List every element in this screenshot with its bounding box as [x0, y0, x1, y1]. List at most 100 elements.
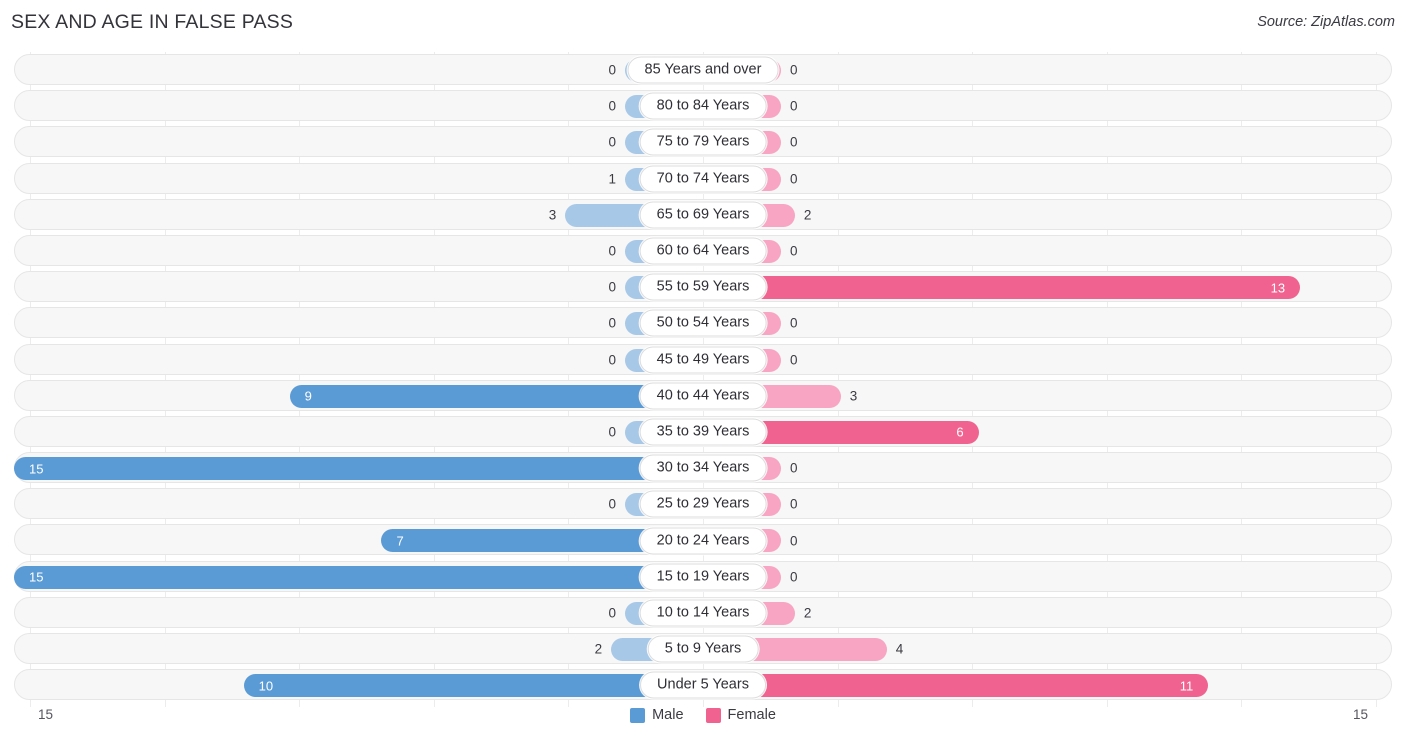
chart-row: 0 2 10 to 14 Years — [0, 595, 1406, 631]
bar-female-value: 0 — [790, 352, 798, 368]
bar-male-value: 15 — [29, 461, 44, 477]
bar-male-value: 0 — [608, 496, 616, 512]
bar-male-value: 0 — [608, 98, 616, 114]
row-bars: 0 6 35 to 39 Years — [0, 414, 1406, 450]
legend-label: Female — [727, 707, 776, 723]
bar-female-value: 0 — [790, 171, 798, 187]
bar-female-value: 13 — [1270, 280, 1286, 296]
bar-female-value: 0 — [790, 315, 798, 331]
chart-row: 0 0 60 to 64 Years — [0, 233, 1406, 269]
row-bars: 0 2 10 to 14 Years — [0, 595, 1406, 631]
legend-swatch-male — [630, 707, 646, 723]
bar-female-value: 3 — [849, 388, 858, 404]
chart-row: 0 13 55 to 59 Years — [0, 269, 1406, 305]
bar-male-value: 0 — [608, 134, 616, 150]
row-bars: 2 4 5 to 9 Years — [0, 631, 1406, 667]
chart-page: SEX AND AGE IN FALSE PASS Source: ZipAtl… — [0, 0, 1406, 741]
bar-male-value: 0 — [608, 605, 616, 621]
legend-item[interactable]: Female — [705, 707, 776, 723]
chart-plot-area: 0 0 85 Years and over 0 0 80 to 84 Years 0 0 75 … — [0, 46, 1406, 707]
bar-female-value: 6 — [956, 424, 964, 440]
row-bars: 0 0 80 to 84 Years — [0, 88, 1406, 124]
row-label-pill: 80 to 84 Years — [639, 92, 767, 120]
bar-male-value: 0 — [608, 62, 616, 78]
bar-male[interactable]: 15 — [14, 457, 703, 481]
bar-female-value: 0 — [790, 243, 798, 259]
chart-row: 0 0 25 to 29 Years — [0, 486, 1406, 522]
bar-male[interactable]: 10 — [243, 674, 703, 698]
chart-row: 2 4 5 to 9 Years — [0, 631, 1406, 667]
bar-male-value: 1 — [608, 171, 616, 187]
bar-male-value: 15 — [29, 569, 44, 585]
row-bars: 10 11 Under 5 Years — [0, 667, 1406, 703]
row-label-pill: 55 to 59 Years — [639, 273, 767, 301]
bar-male-value: 0 — [608, 352, 616, 368]
row-bars: 1 0 70 to 74 Years — [0, 161, 1406, 197]
row-bars: 15 0 15 to 19 Years — [0, 559, 1406, 595]
bar-female-value: 0 — [790, 98, 798, 114]
chart-row: 7 0 20 to 24 Years — [0, 522, 1406, 558]
chart-row: 0 0 85 Years and over — [0, 52, 1406, 88]
source-attribution: Source: ZipAtlas.com — [1257, 14, 1395, 30]
chart-row: 1 0 70 to 74 Years — [0, 161, 1406, 197]
row-label-pill: 30 to 34 Years — [639, 454, 767, 482]
bar-female-value: 2 — [803, 207, 812, 223]
bar-male-value: 3 — [548, 207, 557, 223]
row-bars: 0 0 50 to 54 Years — [0, 305, 1406, 341]
chart-row: 0 6 35 to 39 Years — [0, 414, 1406, 450]
bar-female-value: 4 — [895, 641, 904, 657]
chart-row: 3 2 65 to 69 Years — [0, 197, 1406, 233]
row-bars: 7 0 20 to 24 Years — [0, 522, 1406, 558]
page-title: SEX AND AGE IN FALSE PASS — [11, 11, 294, 33]
chart-row: 0 0 50 to 54 Years — [0, 305, 1406, 341]
bar-female-value: 0 — [790, 62, 798, 78]
row-bars: 0 13 55 to 59 Years — [0, 269, 1406, 305]
row-label-pill: 75 to 79 Years — [639, 128, 767, 156]
row-label-pill: 25 to 29 Years — [639, 490, 767, 518]
row-label-pill: Under 5 Years — [640, 671, 766, 699]
row-label-pill: 85 Years and over — [627, 56, 779, 84]
row-bars: 0 0 75 to 79 Years — [0, 124, 1406, 160]
bar-female-value: 2 — [803, 605, 812, 621]
row-bars: 0 0 45 to 49 Years — [0, 342, 1406, 378]
row-bars: 0 0 85 Years and over — [0, 52, 1406, 88]
bar-female[interactable]: 13 — [703, 276, 1301, 300]
chart-header: SEX AND AGE IN FALSE PASS Source: ZipAtl… — [0, 0, 1406, 46]
row-label-pill: 50 to 54 Years — [639, 309, 767, 337]
row-label-pill: 60 to 64 Years — [639, 237, 767, 265]
row-label-pill: 10 to 14 Years — [639, 599, 767, 627]
bar-male-value: 0 — [608, 279, 616, 295]
row-label-pill: 5 to 9 Years — [647, 635, 759, 663]
row-bars: 0 0 25 to 29 Years — [0, 486, 1406, 522]
legend-label: Male — [652, 707, 684, 723]
chart-row: 0 0 45 to 49 Years — [0, 342, 1406, 378]
bar-male-value: 10 — [258, 678, 274, 694]
bar-female-value: 0 — [790, 460, 798, 476]
chart-row: 0 0 80 to 84 Years — [0, 88, 1406, 124]
bar-female[interactable]: 11 — [703, 674, 1209, 698]
row-label-pill: 35 to 39 Years — [639, 418, 767, 446]
row-label-pill: 65 to 69 Years — [639, 201, 767, 229]
row-bars: 9 3 40 to 44 Years — [0, 378, 1406, 414]
row-label-pill: 70 to 74 Years — [639, 165, 767, 193]
chart-row: 15 0 30 to 34 Years — [0, 450, 1406, 486]
chart-rows: 0 0 85 Years and over 0 0 80 to 84 Years 0 0 75 … — [0, 52, 1406, 703]
legend-swatch-female — [705, 707, 721, 723]
chart-row: 0 0 75 to 79 Years — [0, 124, 1406, 160]
bar-male[interactable]: 15 — [14, 565, 703, 589]
chart-row: 15 0 15 to 19 Years — [0, 559, 1406, 595]
row-bars: 0 0 60 to 64 Years — [0, 233, 1406, 269]
row-bars: 15 0 30 to 34 Years — [0, 450, 1406, 486]
chart-footer: 15 15 Male Female — [0, 701, 1406, 741]
row-label-pill: 20 to 24 Years — [639, 527, 767, 555]
legend-item[interactable]: Male — [630, 707, 684, 723]
chart-row: 10 11 Under 5 Years — [0, 667, 1406, 703]
chart-row: 9 3 40 to 44 Years — [0, 378, 1406, 414]
bar-male-value: 7 — [396, 533, 404, 549]
bar-male-value: 2 — [594, 641, 603, 657]
bar-female-value: 0 — [790, 496, 798, 512]
bar-male-value: 0 — [608, 315, 616, 331]
chart-legend: Male Female — [0, 707, 1406, 723]
bar-female-value: 0 — [790, 533, 798, 549]
bar-male-value: 0 — [608, 424, 616, 440]
